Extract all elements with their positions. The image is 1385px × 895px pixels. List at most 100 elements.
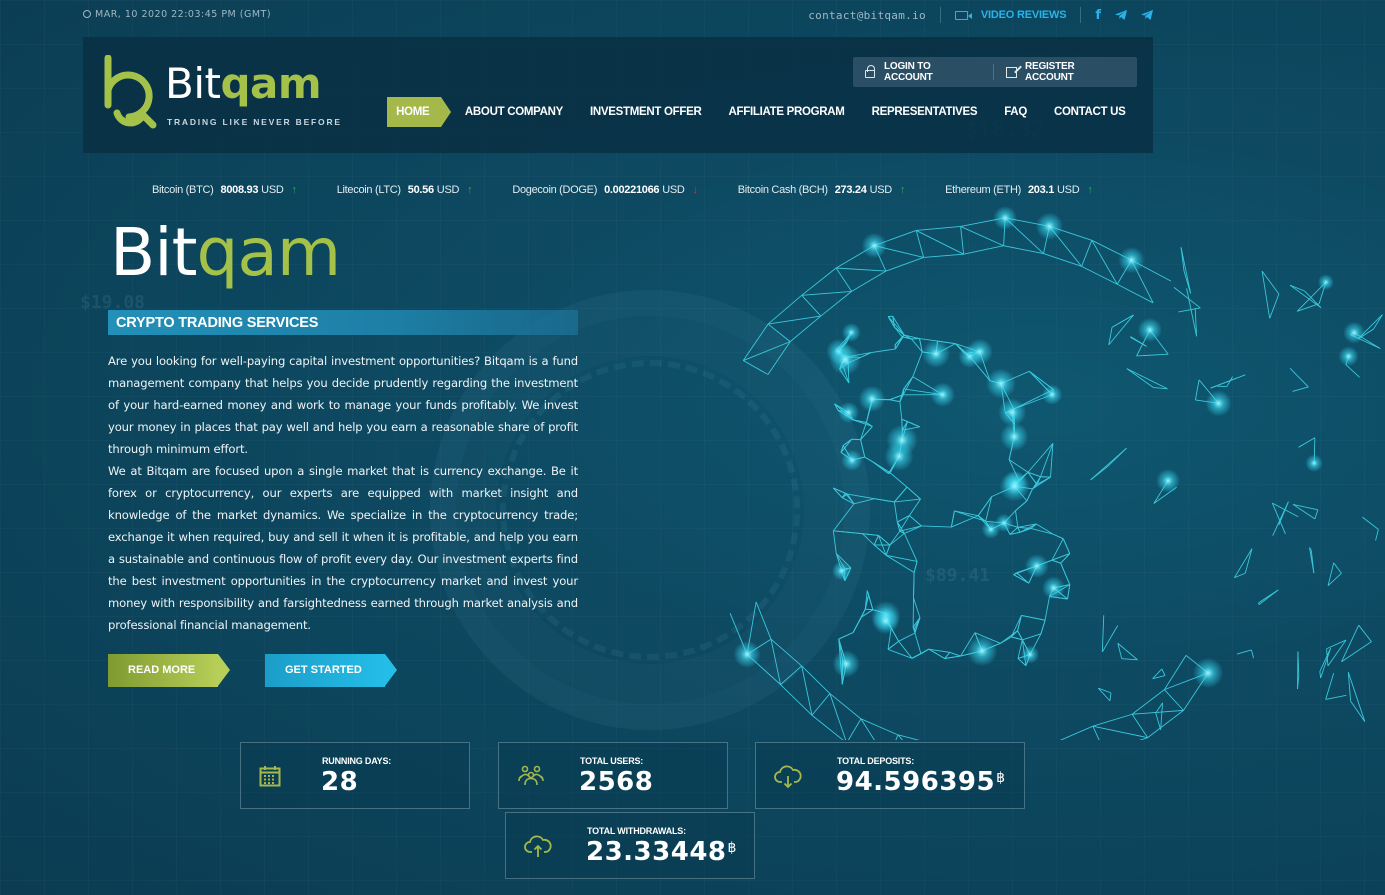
network-edge — [1015, 510, 1019, 528]
network-edge — [836, 267, 886, 272]
network-edge — [862, 533, 875, 546]
network-edge — [1010, 630, 1018, 638]
stat-value: 2568 — [579, 767, 654, 797]
network-edge — [913, 561, 918, 573]
network-edge — [1298, 437, 1316, 448]
network-edge — [1319, 671, 1322, 679]
network-edge — [889, 472, 908, 488]
network-edge — [1136, 353, 1169, 357]
network-edge — [1131, 714, 1149, 738]
network-edge — [1126, 368, 1154, 388]
stat-value: 28 — [321, 767, 359, 797]
coin-name: Litecoin (LTC) — [336, 184, 401, 196]
trend-up-icon: ↑ — [1087, 184, 1093, 196]
network-edge — [860, 718, 875, 740]
network-edge — [894, 334, 905, 346]
nav-contact-us[interactable]: CONTACT US — [1040, 97, 1139, 127]
nav-faq[interactable]: FAQ — [991, 97, 1041, 127]
telegram-icon[interactable] — [1141, 10, 1153, 20]
network-edge — [963, 245, 1004, 255]
bitcoin-network-illustration — [729, 205, 1383, 740]
network-edge — [921, 525, 952, 528]
logo-mark-icon — [104, 55, 157, 129]
logo[interactable]: Bitqam TRADING LIKE NEVER BEFORE — [103, 55, 340, 131]
network-edge — [767, 323, 791, 342]
network-edge — [1117, 642, 1138, 661]
nav-affiliate-program[interactable]: AFFILIATE PROGRAM — [715, 97, 858, 127]
facebook-icon[interactable]: f — [1095, 8, 1101, 23]
login-button[interactable]: LOGIN TO ACCOUNT — [853, 61, 993, 83]
network-edge — [853, 498, 875, 505]
network-edge — [1161, 668, 1166, 676]
network-edge — [897, 734, 920, 740]
network-edge — [871, 348, 896, 354]
network-edge — [1269, 293, 1280, 319]
nav-home[interactable]: HOME — [387, 97, 452, 127]
network-edge — [1108, 314, 1134, 346]
network-edge — [1003, 245, 1044, 255]
network-edge — [1375, 529, 1379, 541]
price-ticker: Bitcoin (BTC) 8008.93 USD ↑ Litecoin (LT… — [152, 184, 1122, 196]
network-node-glow — [1317, 274, 1334, 291]
logo-tagline: TRADING LIKE NEVER BEFORE — [167, 117, 342, 127]
network-edge — [811, 693, 831, 716]
contact-email-link[interactable]: contact@bitqam.io — [808, 9, 926, 22]
telegram-icon[interactable] — [1115, 10, 1127, 20]
network-edge — [885, 256, 924, 272]
network-node-glow — [858, 385, 886, 413]
network-edge — [743, 341, 791, 361]
network-edge — [1027, 443, 1054, 473]
network-edge — [950, 510, 955, 528]
network-edge — [954, 510, 986, 522]
stat-value: 23.33448฿ — [586, 837, 737, 867]
cloud-download-icon — [774, 765, 802, 789]
network-node-glow — [999, 422, 1029, 452]
paragraph: We at Bitqam are focused upon a single m… — [108, 464, 578, 632]
network-edge — [1233, 548, 1253, 578]
network-node-glow — [1343, 321, 1366, 344]
stat-label: TOTAL DEPOSITS: — [837, 756, 915, 766]
network-node-glow — [993, 205, 1018, 230]
network-edge — [1210, 374, 1246, 389]
coin-currency: USD — [436, 184, 460, 196]
network-node-glow — [966, 635, 998, 667]
network-edge — [1131, 689, 1165, 715]
nav-representatives[interactable]: REPRESENTATIVES — [858, 97, 991, 127]
network-edge — [1043, 253, 1082, 267]
network-edge — [864, 456, 873, 463]
ticker-item: Ethereum (ETH) 203.1 USD ↑ — [945, 184, 1093, 196]
nav-investment-offer[interactable]: INVESTMENT OFFER — [577, 97, 715, 127]
coin-currency: USD — [662, 184, 685, 196]
coin-currency: USD — [1057, 184, 1080, 196]
read-more-button[interactable]: READ MORE — [108, 654, 230, 687]
register-button[interactable]: REGISTER ACCOUNT — [994, 61, 1137, 83]
coin-price: 273.24 — [834, 184, 867, 196]
network-edge — [887, 640, 899, 650]
nav-about-company[interactable]: ABOUT COMPANY — [451, 97, 576, 127]
video-camera-icon — [954, 10, 972, 20]
trend-up-icon: ↑ — [467, 184, 473, 196]
network-edge — [916, 230, 964, 255]
network-edge — [852, 609, 866, 633]
network-edge — [1121, 658, 1138, 661]
network-edge — [847, 718, 862, 740]
network-edge — [1347, 672, 1366, 722]
network-edge — [1059, 725, 1094, 740]
top-bar: MAR, 10 2020 22:03:45 PM (GMT) contact@b… — [83, 0, 1153, 30]
network-edge — [847, 493, 875, 500]
coin-currency: USD — [261, 184, 284, 196]
trend-up-icon: ↑ — [291, 184, 298, 196]
cloud-upload-icon — [524, 835, 552, 857]
network-edge — [1032, 476, 1051, 490]
ticker-item: Bitcoin Cash (BCH) 273.24 USD ↑ — [738, 184, 906, 196]
get-started-button[interactable]: GET STARTED — [265, 654, 397, 687]
network-edge — [1111, 314, 1134, 328]
network-node-glow — [1024, 553, 1049, 578]
coin-name: Ethereum (ETH) — [945, 184, 1021, 196]
network-edge — [1147, 710, 1184, 739]
network-node-glow — [841, 449, 863, 471]
stat-total-withdrawals: TOTAL WITHDRAWALS: 23.33448฿ — [505, 812, 755, 879]
network-edge — [1015, 500, 1028, 511]
video-reviews-link[interactable]: VIDEO REVIEWS — [954, 9, 1067, 21]
network-edge — [923, 253, 964, 258]
